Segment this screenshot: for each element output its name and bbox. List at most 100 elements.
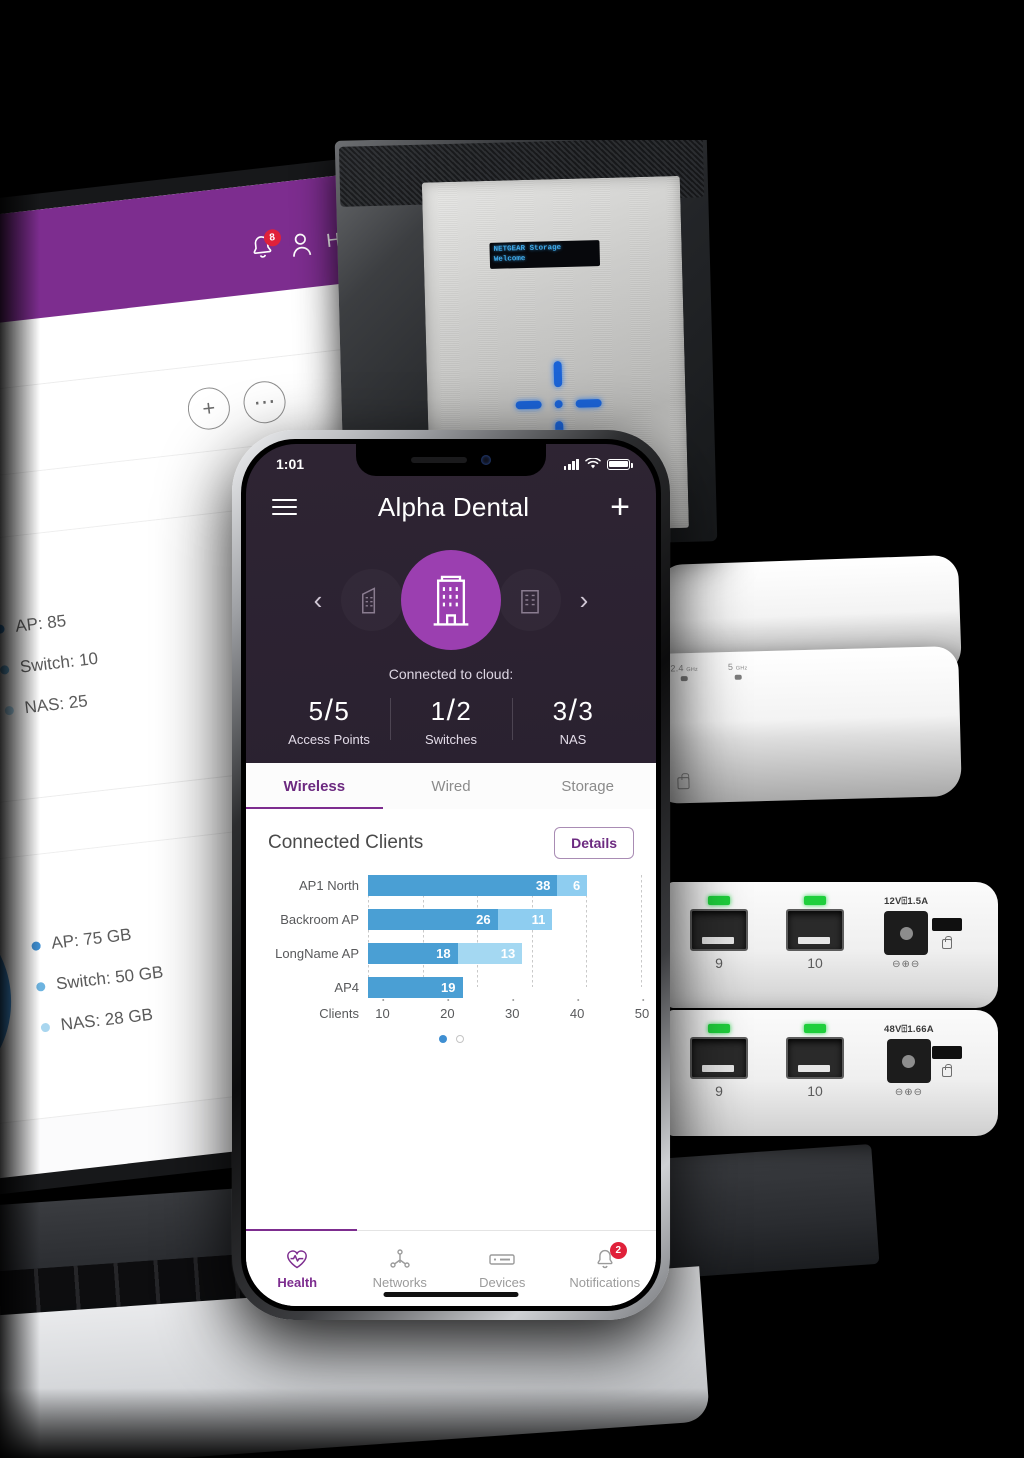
chevron-left-icon[interactable]: ‹ (301, 585, 335, 616)
tab-storage[interactable]: Storage (519, 763, 656, 809)
switch-port: 9 (690, 1024, 748, 1099)
hamburger-menu-icon[interactable] (272, 498, 297, 516)
cloud-stats-row: 5/5 Access Points 1/2 Switches 3/3 NAS (246, 694, 656, 747)
chart-row: Backroom AP 26 11 (260, 909, 642, 930)
legend-item: AP: 85 (0, 608, 94, 639)
home-indicator[interactable] (383, 1292, 519, 1297)
site-carousel: ‹ › (246, 536, 656, 664)
access-point-lower: 2.4 GHz 5 GHz (648, 645, 962, 805)
port-cage (690, 1037, 748, 1079)
tab-wireless[interactable]: Wireless (246, 763, 383, 810)
switch-power-input: 48V⍐1.66A ⊖⊕⊖ (884, 1024, 934, 1098)
legend-label-nas: NAS: 28 GB (59, 1004, 154, 1035)
cloud-status-label: Connected to cloud: (388, 666, 514, 682)
site-prev-thumb[interactable] (341, 569, 403, 631)
axis-tick: 30 (504, 999, 520, 1021)
status-indicators (563, 458, 633, 470)
access-point-led-row: 2.4 GHz 5 GHz (670, 661, 748, 682)
switch-rear-panel: 9 10 12V⍐1.5A ⊖⊕⊖ (668, 882, 998, 1008)
traffic-donut-chart: 153GB Transferred (0, 885, 23, 1118)
kensington-slot-group (932, 918, 962, 949)
chart-row: AP1 North 38 6 (260, 875, 642, 896)
network-topology-icon (388, 1247, 412, 1271)
dpad-up-icon[interactable] (553, 361, 563, 388)
switch-device-lower: 9 10 48V⍐1.66A ⊖⊕⊖ (668, 1010, 998, 1136)
user-icon[interactable] (287, 230, 314, 261)
details-button[interactable]: Details (554, 827, 634, 859)
phone-app-header: Alpha Dental + (246, 478, 656, 536)
stat-label: Switches (424, 732, 478, 747)
phone-screen: 1:01 Alpha Dental + ‹ › Connected to clo… (246, 444, 656, 1306)
heart-pulse-icon (285, 1247, 309, 1271)
page-dot-active[interactable] (438, 1035, 447, 1043)
legend-label-switch: Switch: 50 GB (55, 962, 165, 994)
switch-port: 9 (690, 896, 748, 971)
legend-dot-nas (40, 1022, 51, 1033)
nas-lcd-display: NETGEAR Storage Welcome (489, 240, 601, 269)
card-title: Connected Clients (268, 832, 424, 853)
dpad-left-icon[interactable] (515, 400, 542, 410)
legend-label-nas: NAS: 25 (23, 691, 89, 718)
led-indicator (680, 676, 689, 682)
battery-full-icon (607, 458, 633, 470)
tab-label: Networks (372, 1275, 427, 1290)
chart-row: LongName AP 18 13 (260, 943, 642, 964)
switch-rear-panel: 9 10 48V⍐1.66A ⊖⊕⊖ (668, 1010, 998, 1136)
site-active-thumb[interactable] (401, 550, 501, 650)
phone-content-sheet: Wireless Wired Storage Connected Clients… (246, 763, 656, 1306)
building-left-icon (362, 587, 376, 614)
plus-icon[interactable]: + (610, 490, 630, 524)
add-button[interactable]: + (185, 384, 233, 432)
screenshot-stage: 8 Hi John! Clients Traffic + ⋯ (0, 0, 1024, 1458)
donut-center-label: 153GB Transferred (0, 885, 22, 1117)
stat-access-points[interactable]: 5/5 Access Points (268, 694, 390, 747)
tab-health[interactable]: Health (246, 1231, 349, 1306)
legend-dot-ap (0, 623, 5, 634)
site-next-thumb[interactable] (499, 569, 561, 631)
more-options-button[interactable]: ⋯ (241, 378, 288, 425)
chart-bar-primary: 19 (368, 977, 463, 998)
page-dot[interactable] (455, 1035, 464, 1043)
notifications-bell[interactable]: 8 (247, 228, 282, 266)
stat-switches[interactable]: 1/2 Switches (390, 694, 512, 747)
legend-dot-ap (31, 940, 42, 951)
switch-port: 10 (786, 896, 844, 971)
chart-x-axis: Clients 10 20 30 40 50 (260, 999, 649, 1021)
chart-category-label: LongName AP (275, 946, 359, 961)
stat-label: Access Points (288, 732, 370, 747)
connectivity-tabs: Wireless Wired Storage (246, 763, 656, 810)
chart-bar-primary: 18 (368, 943, 458, 964)
page-title: Alpha Dental (377, 491, 530, 522)
tab-wired[interactable]: Wired (383, 763, 520, 809)
stat-fraction: 1/2 (430, 694, 472, 727)
axis-tick: 50 (634, 999, 650, 1021)
chart-bar-group: 19 (368, 977, 642, 998)
lock-icon (942, 936, 952, 949)
legend-dot-nas (4, 705, 15, 716)
chevron-right-icon[interactable]: › (567, 585, 601, 616)
legend-label-ap: AP: 75 GB (50, 924, 133, 953)
switch-power-input: 12V⍐1.5A ⊖⊕⊖ (884, 896, 929, 970)
dpad-center-icon[interactable] (554, 400, 563, 409)
led-label-5ghz: 5 GHz (727, 661, 748, 672)
chart-bar-secondary: 13 (457, 943, 523, 964)
smartphone-device: 1:01 Alpha Dental + ‹ › Connected to clo… (232, 430, 670, 1320)
axis-tick: 10 (375, 999, 390, 1021)
kensington-slot-group (932, 1046, 962, 1077)
legend-item: Switch: 10 (0, 649, 99, 680)
port-led (804, 896, 826, 905)
tab-notifications[interactable]: 2 Notifications (554, 1231, 657, 1306)
phone-tab-bar: Health Networks Devices 2 Notifications (246, 1228, 657, 1306)
stat-numerator: 5 (308, 696, 324, 726)
dpad-right-icon[interactable] (575, 399, 602, 408)
tab-label: Health (277, 1275, 318, 1290)
stat-nas[interactable]: 3/3 NAS (512, 694, 634, 747)
power-rating-label: 12V⍐1.5A (884, 896, 929, 907)
legend-item: AP: 75 GB (30, 922, 159, 956)
carousel-page-dots (246, 1021, 656, 1053)
legend-item: Switch: 50 GB (35, 962, 164, 996)
tab-badge: 2 (609, 1242, 627, 1259)
dc-polarity-icon: ⊖⊕⊖ (892, 959, 921, 970)
chart-bar-group: 38 6 (368, 875, 642, 896)
axis-tick: 40 (569, 999, 585, 1021)
